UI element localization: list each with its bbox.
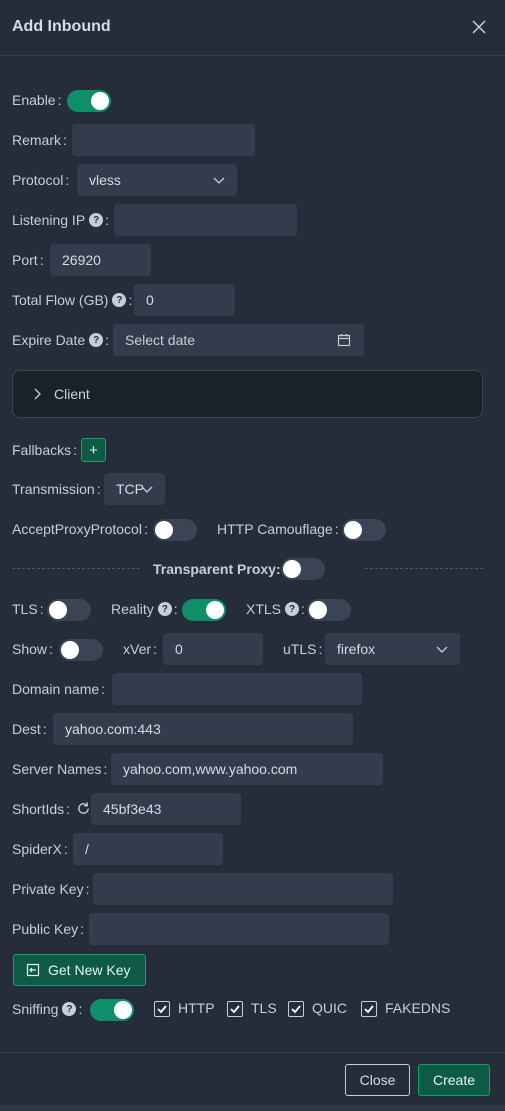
transmission-value: TCP [116, 481, 144, 497]
sniffing-tls-checkbox[interactable] [227, 1001, 243, 1017]
question-icon[interactable]: ? [112, 293, 127, 307]
spiderx-label: SpiderX: [12, 841, 68, 857]
http-camouflage-label: HTTP Camouflage: [217, 521, 339, 537]
chevron-down-icon [141, 486, 153, 493]
port-label: Port: [12, 252, 44, 268]
modal-header: Add Inbound [0, 0, 505, 56]
xtls-label: XTLS?: [246, 601, 305, 617]
server-names-input[interactable]: yahoo.com,www.yahoo.com [111, 753, 383, 785]
sniffing-fakedns-checkbox[interactable] [361, 1001, 377, 1017]
reality-toggle[interactable] [182, 599, 226, 621]
server-names-label: Server Names: [12, 761, 108, 777]
expire-date-label: Expire Date?: [12, 332, 110, 348]
public-key-input[interactable] [89, 913, 389, 945]
close-button[interactable]: Close [345, 1064, 410, 1096]
enable-label: Enable: [12, 92, 62, 108]
check-icon [291, 1005, 301, 1014]
utls-label: uTLS: [283, 641, 323, 657]
remark-input[interactable] [72, 124, 255, 156]
sniffing-tls-label: TLS [251, 1000, 277, 1016]
sniffing-fakedns-label: FAKEDNS [385, 1000, 451, 1016]
divider-left [12, 568, 140, 569]
protocol-select[interactable]: vless [77, 164, 237, 196]
spiderx-input[interactable]: / [73, 833, 223, 865]
sniffing-http-label: HTTP [178, 1000, 215, 1016]
listening-ip-input[interactable] [114, 204, 297, 236]
sniffing-quic-checkbox[interactable] [288, 1001, 304, 1017]
xver-label: xVer: [123, 641, 157, 657]
public-key-label: Public Key: [12, 921, 85, 937]
question-icon[interactable]: ? [157, 602, 172, 616]
xtls-toggle[interactable] [307, 599, 351, 621]
refresh-icon[interactable] [76, 801, 91, 816]
utls-select[interactable]: firefox [325, 633, 460, 665]
expire-date-placeholder: Select date [125, 332, 196, 348]
question-icon[interactable]: ? [62, 1002, 77, 1016]
domain-name-label: Domain name: [12, 681, 106, 697]
http-camouflage-toggle[interactable] [342, 519, 386, 541]
modal-title: Add Inbound [12, 18, 111, 35]
check-icon [230, 1005, 240, 1014]
question-icon[interactable]: ? [89, 213, 104, 227]
transparent-proxy-label: Transparent Proxy: [153, 561, 281, 577]
accept-proxy-protocol-toggle[interactable] [153, 519, 197, 541]
close-icon[interactable] [470, 18, 488, 36]
show-toggle[interactable] [59, 639, 103, 661]
fallbacks-label: Fallbacks: [12, 442, 78, 458]
sniffing-http-checkbox[interactable] [154, 1001, 170, 1017]
client-collapse-label: Client [54, 386, 90, 402]
question-icon[interactable]: ? [89, 333, 104, 347]
question-icon[interactable]: ? [285, 602, 300, 616]
protocol-value: vless [89, 172, 121, 188]
short-ids-label: ShortIds: [12, 801, 71, 817]
tls-label: TLS: [12, 601, 44, 617]
total-flow-label: Total Flow (GB)?: [12, 292, 133, 308]
enable-toggle[interactable] [67, 90, 111, 112]
divider-right [365, 568, 483, 569]
transparent-proxy-toggle[interactable] [281, 558, 325, 580]
utls-value: firefox [337, 641, 376, 657]
transmission-select[interactable]: TCP [104, 473, 165, 505]
chevron-right-icon [34, 388, 41, 400]
tls-toggle[interactable] [47, 599, 91, 621]
sniffing-quic-label: QUIC [312, 1000, 347, 1016]
client-collapse[interactable]: Client [12, 370, 483, 418]
check-icon [364, 1005, 374, 1014]
create-button[interactable]: Create [418, 1064, 490, 1096]
bottom-strip [0, 1105, 505, 1111]
remark-label: Remark: [12, 132, 67, 148]
expire-date-picker[interactable]: Select date [113, 324, 364, 356]
total-flow-input[interactable]: 0 [134, 284, 235, 316]
sniffing-toggle[interactable] [90, 999, 134, 1021]
transmission-label: Transmission: [12, 481, 101, 497]
check-icon [157, 1005, 167, 1014]
private-key-label: Private Key: [12, 881, 90, 897]
calendar-icon [337, 334, 351, 347]
add-fallback-button[interactable]: + [81, 438, 106, 462]
get-new-key-button[interactable]: Get New Key [13, 954, 146, 986]
chevron-down-icon [213, 177, 225, 184]
chevron-down-icon [436, 646, 448, 653]
dest-input[interactable]: yahoo.com:443 [53, 713, 353, 745]
short-ids-input[interactable]: 45bf3e43 [91, 793, 241, 825]
reality-label: Reality?: [111, 601, 178, 617]
dest-label: Dest: [12, 721, 47, 737]
listening-ip-label: Listening IP?: [12, 212, 110, 228]
show-label: Show: [12, 641, 53, 657]
port-input[interactable]: 26920 [50, 244, 151, 276]
sniffing-label: Sniffing?: [12, 1001, 83, 1017]
domain-name-input[interactable] [112, 673, 362, 705]
xver-input[interactable]: 0 [163, 633, 263, 665]
key-icon [26, 963, 40, 977]
protocol-label: Protocol: [12, 172, 70, 188]
private-key-input[interactable] [93, 873, 393, 905]
add-inbound-modal: Add Inbound Enable: Remark: Protocol: vl… [0, 0, 505, 1111]
get-new-key-label: Get New Key [48, 962, 131, 978]
accept-proxy-protocol-label: AcceptProxyProtocol: [12, 521, 148, 537]
